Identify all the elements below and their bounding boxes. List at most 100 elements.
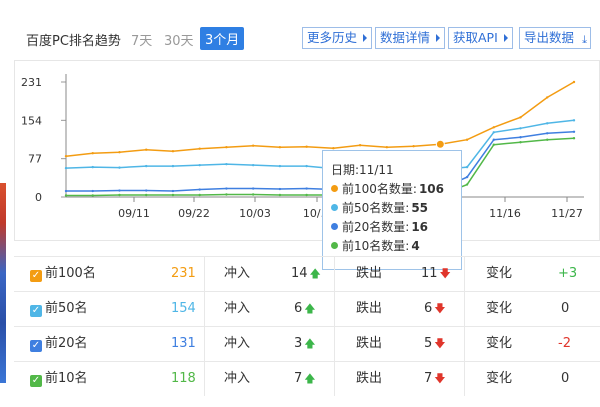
series-point-2 (118, 189, 121, 192)
x-tick-label: 10/03 (239, 207, 271, 220)
legend-dot-icon (331, 204, 338, 211)
trend-chart: 23115477009/1109/2210/0310/...11/...11/.… (14, 60, 600, 270)
y-tick-label: 0 (35, 191, 42, 204)
series-point-3 (64, 194, 68, 197)
series-point-1 (492, 131, 495, 134)
legend-dot-icon (331, 185, 338, 192)
get-api-button[interactable]: 获取API (448, 27, 513, 49)
rush-in-value: 14 (291, 266, 308, 281)
more-history-button[interactable]: 更多历史 (302, 27, 373, 49)
rush-in-count: 3 🡅 (294, 327, 316, 361)
rush-in-label: 冲入 (224, 371, 251, 386)
change-value: 0 (561, 371, 570, 386)
series-point-1 (572, 119, 576, 122)
series-point-0 (91, 151, 94, 155)
divider (204, 327, 205, 361)
row-name: 前10名 (45, 371, 88, 386)
row-value: 118 (171, 371, 196, 386)
series-point-0 (278, 146, 282, 149)
checkbox-checked-icon[interactable]: ✓ (30, 270, 42, 282)
tooltip-value: 55 (411, 201, 429, 215)
series-point-2 (251, 187, 255, 190)
row-toggle[interactable]: ✓ 前50名 (30, 292, 88, 326)
tab-30-days[interactable]: 30天 (164, 30, 194, 49)
rush-in-value: 3 (294, 336, 303, 351)
drop-out-label: 跌出 (356, 266, 383, 281)
panel-header: 百度PC排名趋势 7天 30天 3个月 更多历史 数据详情 获取API 导出数据… (14, 18, 600, 54)
data-details-button[interactable]: 数据详情 (375, 27, 446, 49)
tooltip-label: 前100名数量: (342, 182, 417, 196)
rush-in-count: 7 🡅 (294, 362, 316, 396)
legend-dot-icon (331, 242, 338, 249)
series-point-1 (546, 122, 549, 125)
series-point-3 (91, 194, 94, 197)
row-name: 前20名 (45, 336, 88, 351)
series-point-0 (492, 126, 495, 129)
export-data-label: 导出数据 (524, 30, 575, 45)
rush-in-label: 冲入 (224, 266, 251, 281)
series-point-1 (305, 164, 308, 168)
series-point-1 (278, 164, 282, 168)
series-line-2 (66, 131, 575, 192)
series-point-2 (198, 188, 201, 191)
row-name: 前50名 (45, 301, 88, 316)
series-point-0 (64, 154, 68, 158)
drop-out-value: 11 (421, 266, 438, 281)
arrow-up-icon: 🡅 (304, 372, 316, 385)
row-value: 154 (171, 301, 196, 316)
divider (334, 362, 335, 396)
rush-in-label: 冲入 (224, 301, 251, 316)
divider (464, 257, 465, 291)
download-icon: ⤓ (582, 33, 588, 46)
background-strip (0, 183, 6, 383)
drop-out-value: 7 (424, 371, 433, 386)
x-tick-label: 09/22 (178, 207, 210, 220)
series-point-2 (546, 132, 549, 135)
series-point-3 (171, 193, 175, 197)
checkbox-checked-icon[interactable]: ✓ (30, 375, 42, 387)
series-point-2 (171, 189, 175, 193)
tab-3-months[interactable]: 3个月 (200, 27, 245, 50)
change-label: 变化 (486, 266, 513, 281)
series-point-3 (225, 193, 228, 196)
divider (204, 292, 205, 326)
panel-title: 百度PC排名趋势 (26, 34, 121, 49)
x-tick-label: 11/27 (551, 207, 583, 220)
drop-out-value: 5 (424, 336, 433, 351)
trend-chart-svg: 23115477009/1109/2210/0310/...11/...11/.… (14, 60, 600, 241)
drop-out-count: 7 🡇 (424, 362, 446, 396)
checkbox-checked-icon[interactable]: ✓ (30, 305, 42, 317)
rush-in-value: 6 (294, 301, 303, 316)
export-data-button[interactable]: 导出数据 ⤓ (519, 27, 592, 49)
series-point-0 (358, 144, 362, 147)
tooltip-value: 16 (411, 220, 429, 234)
rush-in-count: 14 🡅 (291, 257, 321, 291)
row-toggle[interactable]: ✓ 前100名 (30, 257, 96, 291)
legend-dot-icon (331, 223, 338, 230)
series-point-0 (198, 147, 201, 150)
series-point-3 (251, 193, 255, 196)
change-value: -2 (558, 336, 571, 351)
rush-in-count: 6 🡅 (294, 292, 316, 326)
series-point-3 (465, 183, 469, 186)
series-line-1 (65, 119, 575, 172)
drop-out-count: 5 🡇 (424, 327, 446, 361)
divider (334, 257, 335, 291)
series-point-1 (118, 166, 121, 169)
series-point-2 (278, 187, 282, 191)
series-point-0 (118, 150, 121, 154)
series-point-0 (385, 146, 389, 149)
divider (334, 292, 335, 326)
rush-in-value: 7 (294, 371, 303, 386)
series-point-0 (251, 144, 255, 147)
series-point-1 (145, 164, 148, 168)
row-toggle[interactable]: ✓ 前10名 (30, 362, 88, 396)
series-point-1 (465, 165, 469, 169)
tab-7-days[interactable]: 7天 (131, 30, 152, 49)
series-point-1 (171, 164, 175, 168)
series-point-0 (465, 138, 469, 141)
arrow-down-icon: 🡇 (439, 267, 451, 280)
checkbox-checked-icon[interactable]: ✓ (30, 340, 42, 352)
row-toggle[interactable]: ✓ 前20名 (30, 327, 88, 361)
series-point-0 (546, 96, 549, 99)
